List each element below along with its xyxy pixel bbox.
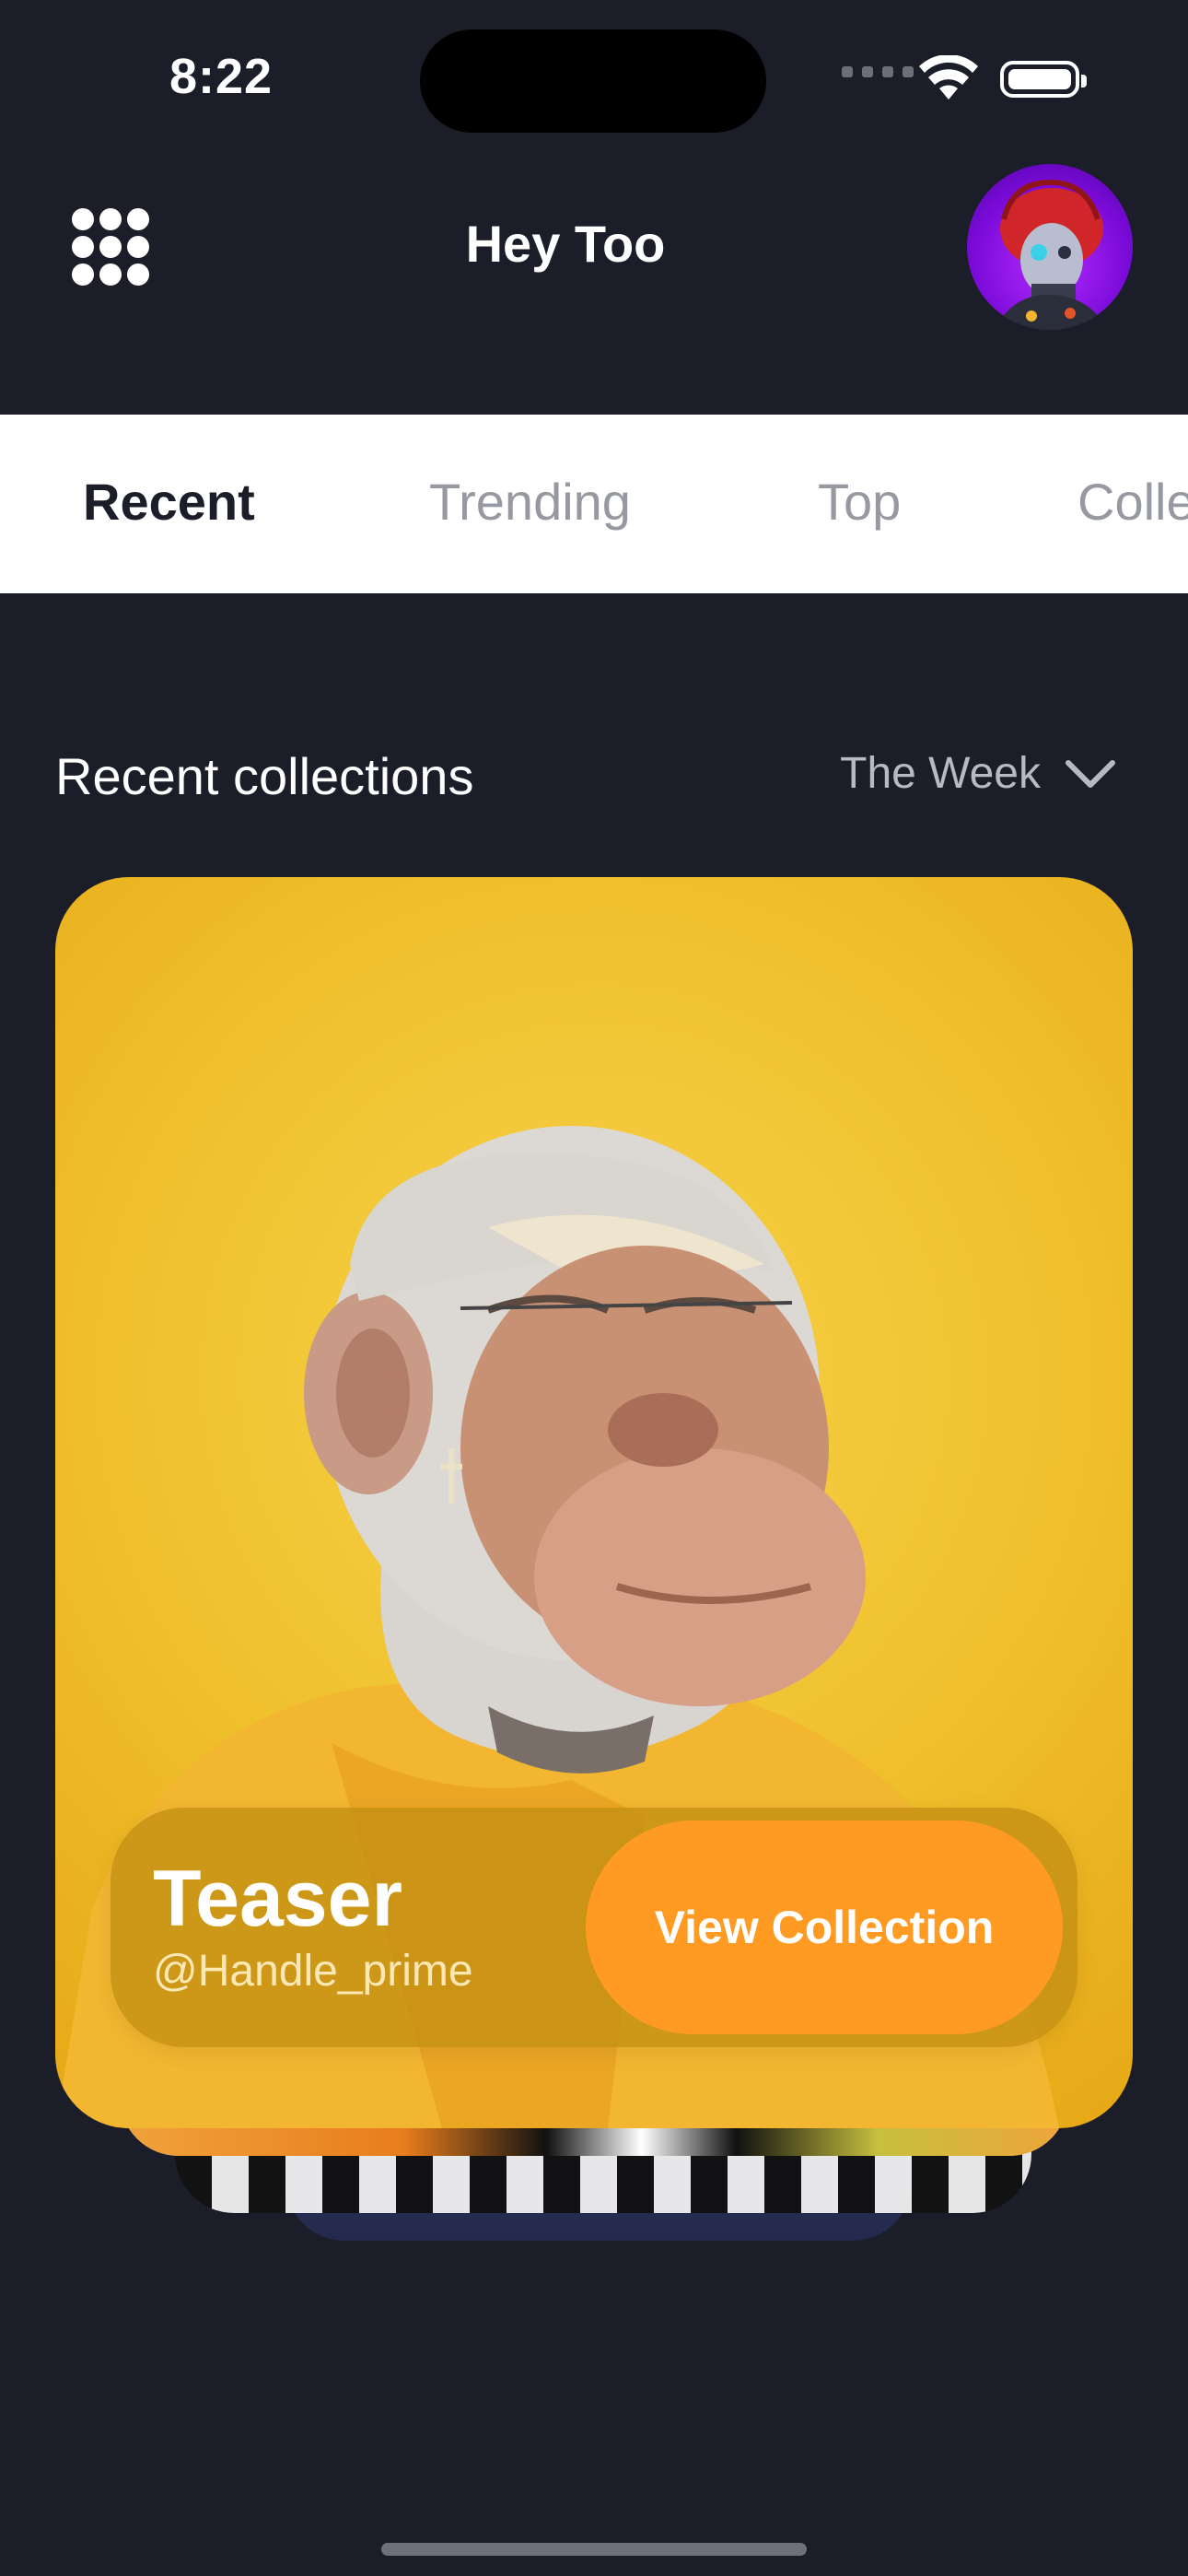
chevron-down-icon (1066, 759, 1115, 788)
tab-recent[interactable]: Recent (83, 472, 255, 532)
tab-bar: Recent Trending Top Colle (0, 415, 1188, 593)
status-time: 8:22 (169, 49, 274, 104)
home-indicator (381, 2543, 807, 2556)
avatar-icon (995, 179, 1107, 330)
battery-icon (1000, 61, 1087, 98)
view-collection-button[interactable]: View Collection (586, 1821, 1063, 2034)
filter-label: The Week (840, 749, 1041, 798)
wifi-icon (919, 55, 978, 100)
page-title: Hey Too (465, 215, 666, 273)
tab-collections[interactable]: Colle (1077, 472, 1188, 532)
collection-handle: @Handle_prime (153, 1947, 473, 1996)
time-filter-dropdown[interactable]: The Week (840, 748, 1118, 799)
dynamic-island (420, 29, 766, 133)
section-title: Recent collections (55, 747, 474, 805)
avatar[interactable] (967, 164, 1133, 330)
signal-icon (842, 66, 914, 77)
collection-title: Teaser (153, 1855, 402, 1943)
tab-top[interactable]: Top (818, 472, 901, 532)
tab-trending[interactable]: Trending (429, 472, 631, 532)
